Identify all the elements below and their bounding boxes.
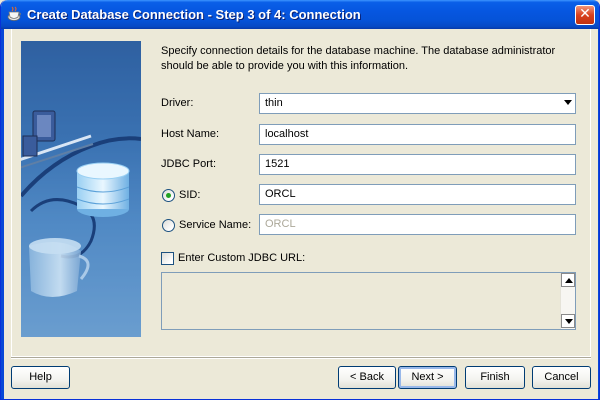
title-bar[interactable]: Create Database Connection - Step 3 of 4… xyxy=(1,0,599,29)
jdbc-port-field[interactable]: 1521 xyxy=(259,154,576,175)
host-name-label: Host Name: xyxy=(161,128,220,140)
custom-jdbc-url-textarea xyxy=(161,272,576,330)
custom-jdbc-url-label: Enter Custom JDBC URL: xyxy=(178,252,306,264)
driver-label: Driver: xyxy=(161,97,194,109)
service-name-radio[interactable] xyxy=(162,219,175,232)
host-name-field[interactable]: localhost xyxy=(259,124,576,145)
service-name-label: Service Name: xyxy=(179,219,252,231)
scroll-up-icon xyxy=(565,278,573,283)
database-illustration xyxy=(21,41,141,337)
vertical-scrollbar[interactable] xyxy=(560,273,575,329)
sid-radio[interactable] xyxy=(162,189,175,202)
intro-text: Specify connection details for the datab… xyxy=(161,45,556,72)
sid-label: SID: xyxy=(179,189,201,201)
close-icon: ✕ xyxy=(579,6,591,22)
scroll-down-button[interactable] xyxy=(561,314,575,328)
chevron-down-icon[interactable] xyxy=(564,100,572,105)
scroll-up-button[interactable] xyxy=(561,273,575,287)
finish-button[interactable]: Finish xyxy=(465,366,525,389)
next-button[interactable]: Next > xyxy=(398,366,457,389)
custom-jdbc-url-checkbox[interactable] xyxy=(161,252,174,265)
scroll-down-icon xyxy=(565,319,573,324)
driver-select[interactable]: thin xyxy=(259,93,576,114)
dialog-window: Create Database Connection - Step 3 of 4… xyxy=(0,0,600,400)
app-cup-icon xyxy=(7,6,21,21)
close-button[interactable]: ✕ xyxy=(575,5,595,25)
driver-value: thin xyxy=(265,97,283,109)
sid-field[interactable]: ORCL xyxy=(259,184,576,205)
window-title: Create Database Connection - Step 3 of 4… xyxy=(27,7,361,22)
window-frame-left xyxy=(1,29,4,399)
help-button[interactable]: Help xyxy=(11,366,70,389)
jdbc-port-label: JDBC Port: xyxy=(161,158,217,170)
cancel-button[interactable]: Cancel xyxy=(532,366,591,389)
service-name-field: ORCL xyxy=(259,214,576,235)
back-button[interactable]: < Back xyxy=(338,366,396,389)
button-bar-separator xyxy=(11,357,591,359)
